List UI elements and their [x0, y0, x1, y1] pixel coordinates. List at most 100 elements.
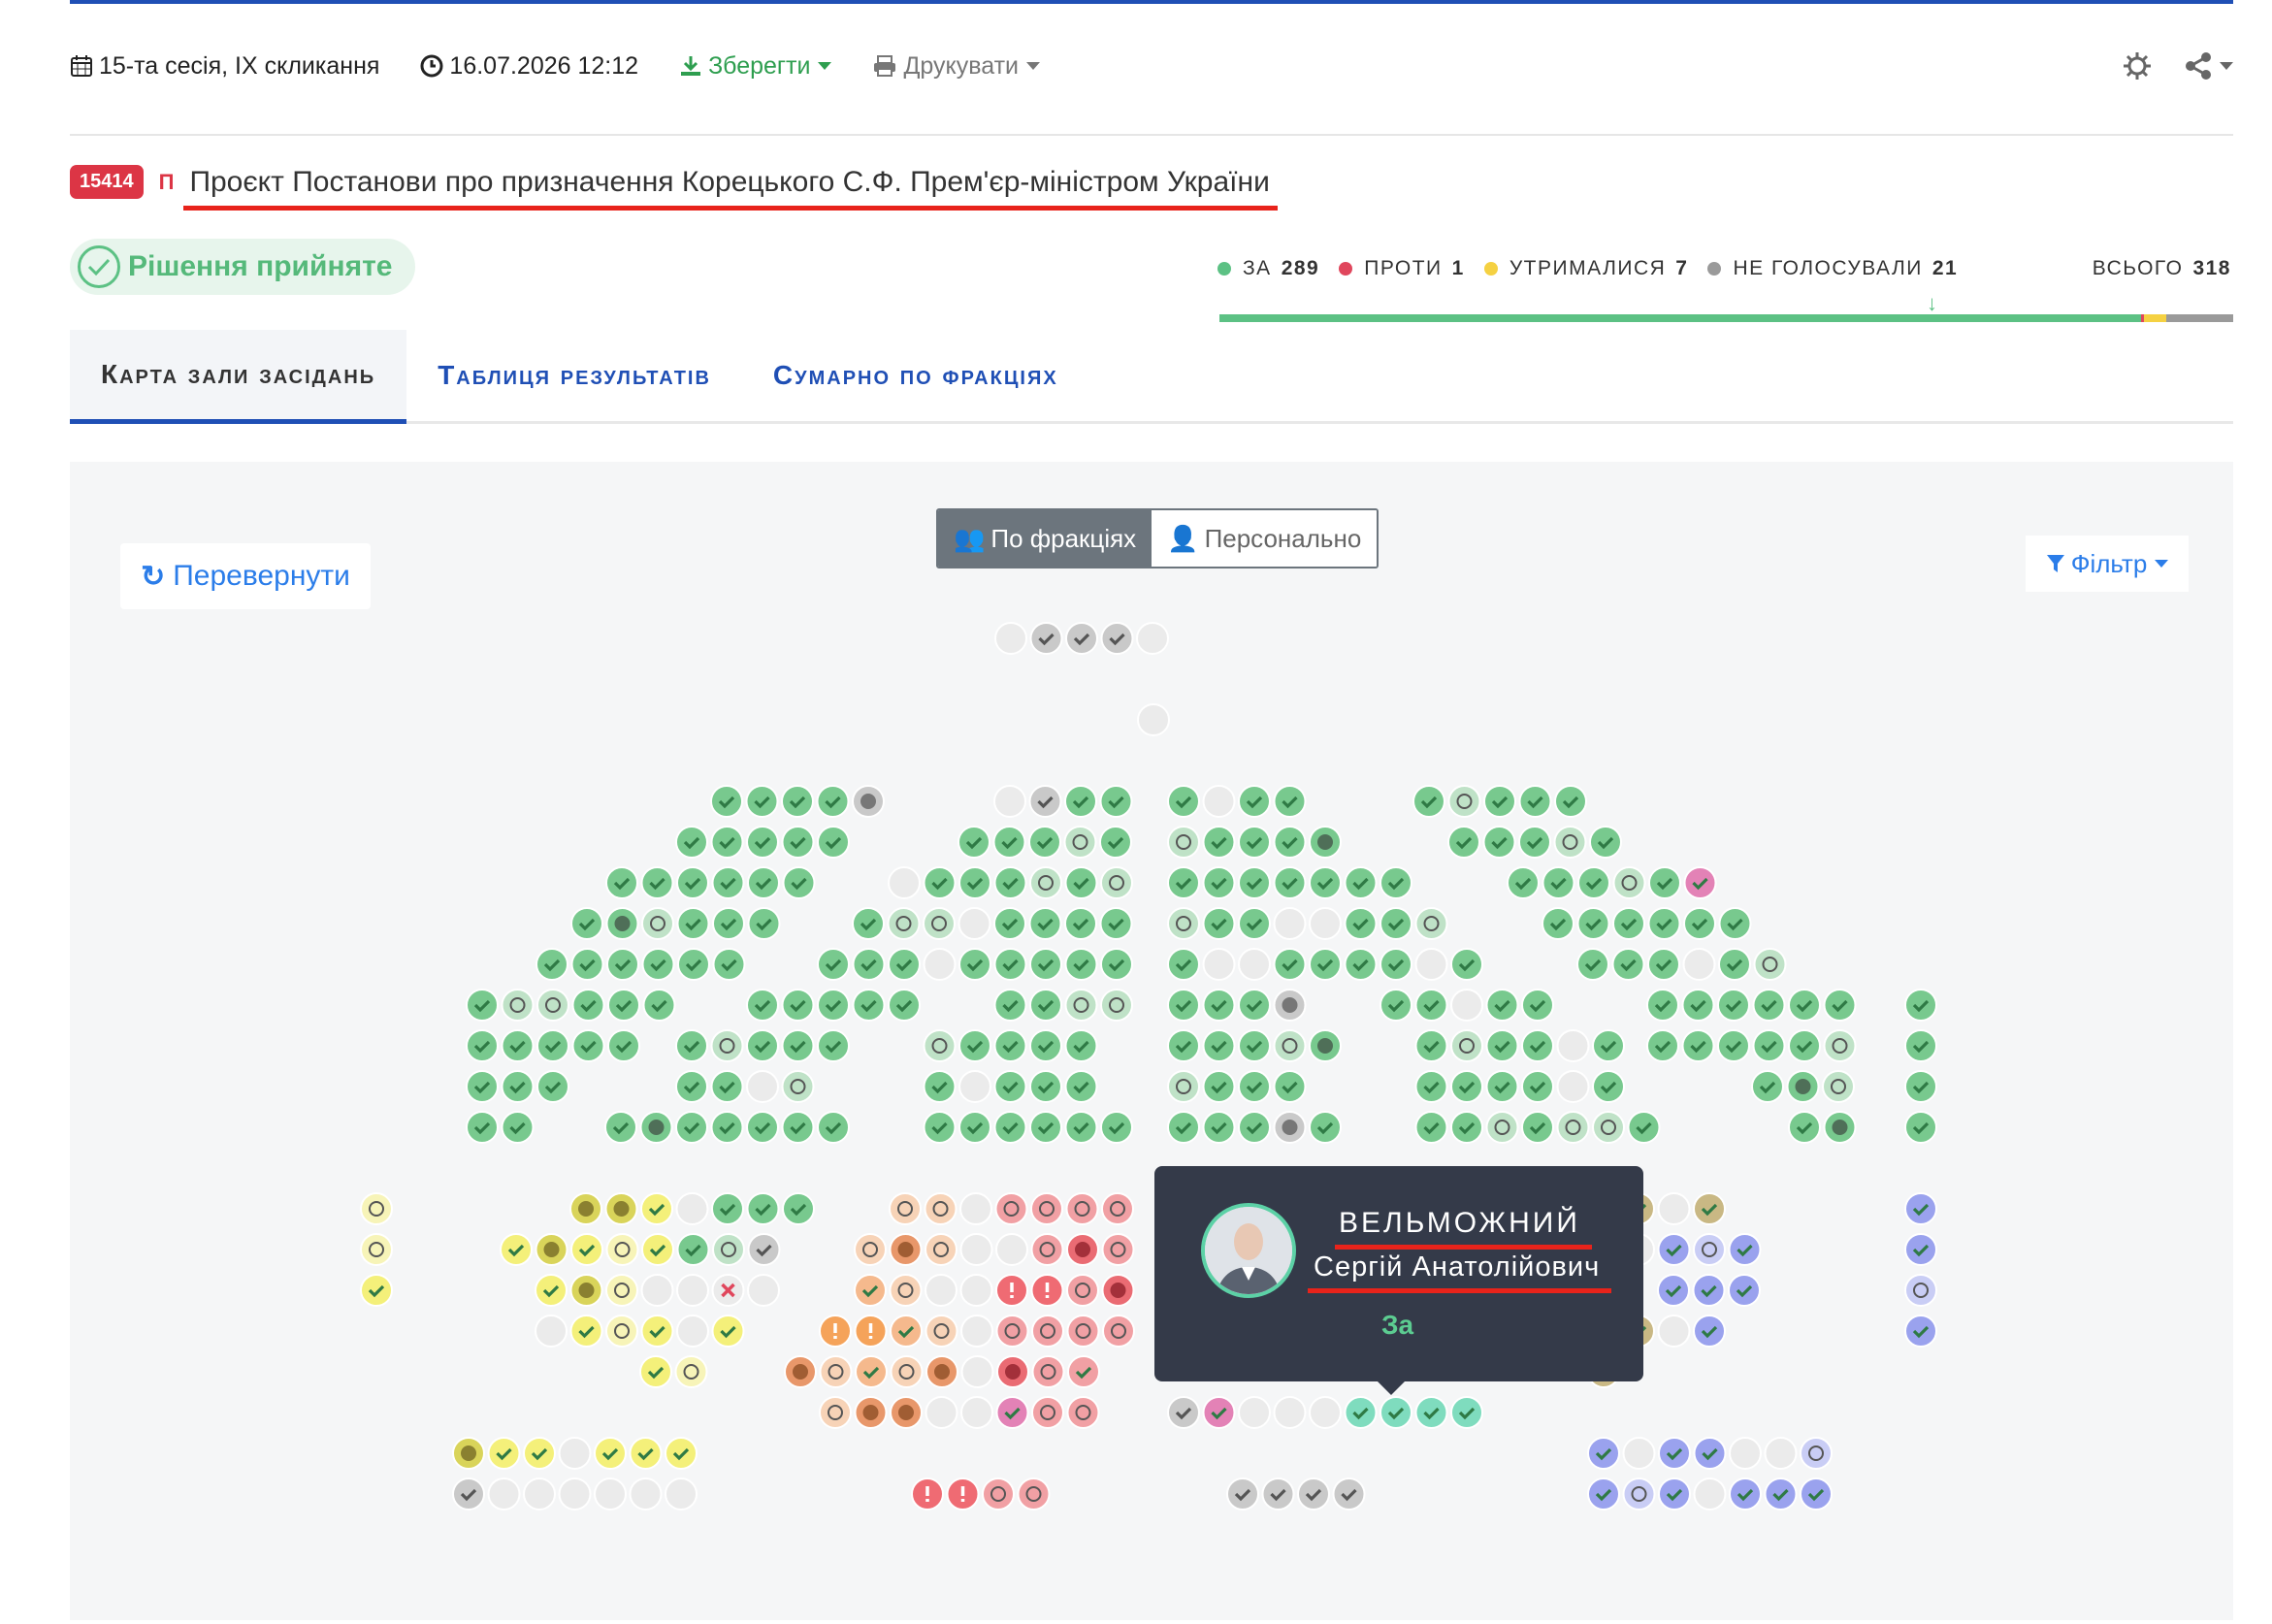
seat[interactable] — [958, 866, 991, 899]
seat[interactable] — [1657, 1233, 1691, 1266]
seat[interactable] — [1137, 703, 1170, 736]
seat[interactable] — [1100, 1111, 1133, 1144]
seat[interactable] — [946, 1478, 980, 1510]
seat[interactable] — [1658, 1478, 1691, 1510]
seat[interactable] — [1412, 785, 1445, 818]
seat[interactable] — [925, 1274, 957, 1307]
seat[interactable] — [1344, 866, 1378, 899]
seat[interactable] — [523, 1478, 556, 1510]
seat[interactable] — [1167, 907, 1200, 940]
seat[interactable] — [923, 1111, 957, 1144]
settings-gear-icon[interactable] — [2123, 51, 2152, 81]
seat[interactable] — [1066, 1315, 1100, 1348]
seat[interactable] — [1752, 989, 1786, 1022]
seat[interactable] — [639, 1355, 672, 1388]
seat[interactable] — [852, 907, 885, 940]
seat[interactable] — [1309, 1029, 1342, 1062]
seat[interactable] — [536, 948, 568, 981]
seat[interactable] — [466, 1029, 499, 1062]
seat[interactable] — [1273, 1111, 1307, 1144]
seat[interactable] — [1261, 1478, 1295, 1510]
seat[interactable] — [487, 1437, 521, 1470]
seat[interactable] — [1332, 1478, 1366, 1510]
seat[interactable] — [852, 948, 886, 981]
seat[interactable] — [1554, 785, 1587, 818]
seat[interactable] — [639, 1111, 673, 1144]
seat[interactable] — [1587, 1478, 1620, 1510]
seat[interactable] — [1518, 785, 1552, 818]
seat[interactable] — [1297, 1478, 1330, 1510]
seat[interactable] — [535, 1233, 568, 1266]
seat[interactable] — [466, 1070, 499, 1103]
seat[interactable] — [676, 1274, 709, 1307]
seat[interactable] — [746, 826, 779, 859]
seat[interactable] — [641, 948, 675, 981]
seat[interactable] — [1788, 989, 1821, 1022]
seat[interactable] — [925, 1355, 958, 1388]
seat[interactable] — [1100, 622, 1134, 655]
seat[interactable] — [1483, 785, 1516, 818]
seat[interactable] — [852, 989, 886, 1022]
seat[interactable] — [1309, 907, 1342, 940]
seat[interactable] — [1414, 907, 1448, 940]
seat[interactable] — [1904, 1274, 1937, 1307]
seat[interactable] — [569, 1315, 603, 1348]
seat[interactable] — [1717, 1029, 1750, 1062]
seat[interactable] — [889, 1192, 922, 1225]
seat[interactable] — [1379, 989, 1412, 1022]
seat[interactable] — [890, 1315, 923, 1348]
seat[interactable] — [1553, 826, 1587, 859]
seat[interactable] — [501, 989, 535, 1022]
seat[interactable] — [1273, 826, 1307, 859]
seat[interactable] — [1592, 1111, 1625, 1144]
seat[interactable] — [1202, 948, 1236, 981]
seat[interactable] — [854, 1233, 887, 1266]
seat[interactable] — [1657, 1274, 1690, 1307]
seat[interactable] — [594, 1478, 627, 1510]
seat[interactable] — [675, 1192, 709, 1225]
seat[interactable] — [784, 1355, 817, 1388]
save-dropdown[interactable]: Зберегти — [679, 52, 832, 81]
seat[interactable] — [1576, 948, 1609, 981]
seat[interactable] — [1447, 785, 1481, 818]
seat[interactable] — [746, 1070, 779, 1103]
seat[interactable] — [629, 1478, 663, 1510]
seat[interactable] — [1309, 1396, 1342, 1429]
seat[interactable] — [993, 989, 1027, 1022]
seat[interactable] — [1273, 1029, 1307, 1062]
seat[interactable] — [360, 1274, 393, 1307]
seat[interactable] — [1542, 907, 1574, 940]
seat[interactable] — [712, 948, 746, 981]
seat[interactable] — [924, 1192, 957, 1225]
seat[interactable] — [1273, 1396, 1307, 1429]
seat[interactable] — [1904, 1192, 1937, 1225]
seat[interactable] — [594, 1437, 627, 1470]
seat[interactable] — [558, 1478, 592, 1510]
seat[interactable] — [1521, 1111, 1554, 1144]
seat[interactable] — [1752, 1029, 1786, 1062]
seat[interactable] — [1657, 1315, 1691, 1348]
seat[interactable] — [1099, 907, 1133, 940]
seat[interactable] — [535, 1274, 568, 1307]
seat[interactable] — [1273, 948, 1307, 981]
seat[interactable] — [1017, 1478, 1051, 1510]
seat[interactable] — [782, 1192, 815, 1225]
seat[interactable] — [1648, 866, 1681, 899]
seat[interactable] — [1238, 1396, 1271, 1429]
seat[interactable] — [501, 1111, 535, 1144]
seat[interactable] — [852, 785, 885, 818]
seat[interactable] — [819, 1396, 852, 1429]
seat[interactable] — [710, 1070, 744, 1103]
seat[interactable] — [1414, 1111, 1448, 1144]
seat[interactable] — [1309, 866, 1342, 899]
seat[interactable] — [1273, 989, 1307, 1022]
seat[interactable] — [781, 1029, 815, 1062]
seat[interactable] — [1202, 1070, 1236, 1103]
seat[interactable] — [1028, 785, 1062, 818]
seat[interactable] — [1753, 948, 1787, 981]
seat[interactable] — [1658, 1437, 1691, 1470]
seat[interactable] — [1238, 826, 1271, 859]
seat[interactable] — [1238, 1111, 1271, 1144]
seat[interactable] — [1273, 1070, 1307, 1103]
seat[interactable] — [995, 1396, 1029, 1429]
